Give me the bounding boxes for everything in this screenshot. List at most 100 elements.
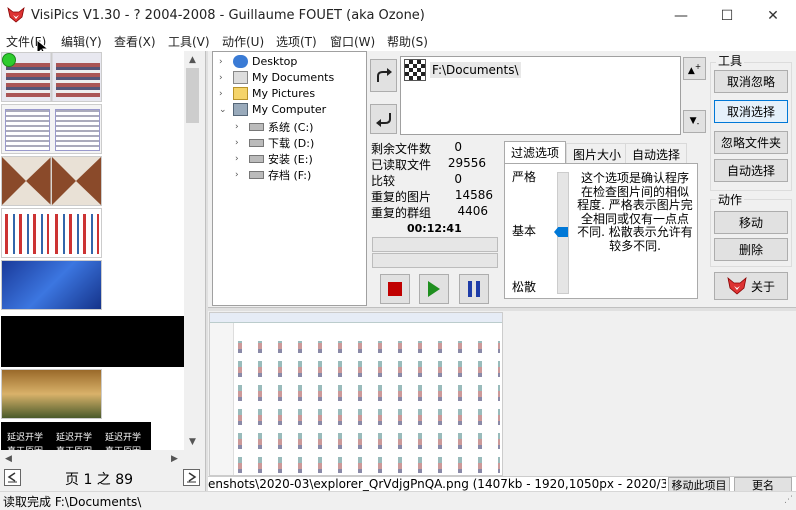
tree-node-label: My Pictures: [252, 87, 316, 100]
down-triangle-icon: ▼-: [689, 115, 700, 128]
unignore-button[interactable]: 取消忽略: [714, 70, 788, 93]
play-button[interactable]: [419, 274, 449, 304]
move-button[interactable]: 移动: [714, 211, 788, 234]
scroll-up-icon[interactable]: ▲: [184, 51, 201, 68]
horizontal-splitter[interactable]: [208, 307, 796, 311]
menu-actions[interactable]: 动作(U): [222, 33, 264, 50]
scroll-down-icon[interactable]: ▼: [184, 433, 201, 450]
thumbnail-group[interactable]: [1, 208, 102, 258]
thumbnail-group[interactable]: [1, 260, 102, 310]
status-bar: 读取完成 F:\Documents\ ⋰: [0, 491, 796, 510]
rename-button[interactable]: 更名: [734, 477, 792, 491]
remove-folder-button[interactable]: [370, 104, 397, 134]
add-folder-button[interactable]: [370, 59, 397, 92]
menu-tools[interactable]: 工具(V): [168, 33, 210, 50]
thumbnail-group[interactable]: [1, 316, 184, 367]
tab-auto-select[interactable]: 自动选择: [625, 143, 688, 163]
progress-bar: [372, 237, 498, 252]
move-item-button[interactable]: 移动此项目: [668, 477, 730, 491]
maximize-icon: ☐: [720, 7, 734, 24]
stat-value: 29556: [447, 156, 486, 170]
menu-help[interactable]: 帮助(S): [387, 33, 428, 50]
stat-label: 已读取文件: [371, 158, 432, 172]
drive-icon: [249, 171, 264, 179]
stop-button[interactable]: [380, 274, 410, 304]
minimize-button[interactable]: —: [658, 0, 704, 31]
pictures-folder-icon: [233, 87, 248, 100]
filter-tab-panel: 严格 基本 松散 这个选项是确认程序在检查图片间的相似程度. 严格表示图片完全相…: [504, 163, 698, 299]
filter-basic-label: 基本: [512, 224, 537, 238]
tree-node-drive-e[interactable]: › 安装 (E:): [235, 151, 313, 167]
close-button[interactable]: ✕: [750, 0, 796, 31]
pager-bar: 页 1 之 89: [0, 467, 206, 491]
tree-node-drive-f[interactable]: › 存档 (F:): [235, 167, 311, 183]
thumbnail-text: 延迟开学: [105, 433, 142, 443]
tree-node-mypictures[interactable]: › My Pictures: [219, 87, 315, 100]
thumbnail-group[interactable]: [1, 104, 102, 154]
tree-node-label: 安装 (E:): [268, 153, 313, 166]
thumbnail-scrollbar[interactable]: ▲ ▼: [184, 51, 201, 450]
tree-node-label: 存档 (F:): [268, 169, 312, 182]
filter-description: 这个选项是确认程序在检查图片间的相似程度. 严格表示图片完全相同或仅有一点点不同…: [577, 171, 693, 253]
menu-window[interactable]: 窗口(W): [330, 33, 375, 50]
prev-page-button[interactable]: [4, 469, 21, 486]
tree-node-label: My Computer: [252, 103, 327, 116]
window-title: VisiPics V1.30 - ? 2004-2008 - Guillaume…: [31, 8, 425, 23]
undo-arrow-icon: [375, 113, 391, 127]
thumbnail-group[interactable]: [1, 52, 102, 102]
ignore-folder-button[interactable]: 忽略文件夹: [714, 131, 788, 154]
about-button[interactable]: 关于: [714, 272, 788, 300]
splitter[interactable]: [205, 51, 208, 491]
folder-entry[interactable]: F:\Documents\: [404, 59, 521, 81]
status-text: 读取完成 F:\Documents\: [3, 495, 142, 509]
thumbnail-group[interactable]: [1, 369, 102, 419]
visipics-window: VisiPics V1.30 - ? 2004-2008 - Guillaume…: [0, 0, 796, 510]
selected-folders-list[interactable]: F:\Documents\: [400, 56, 681, 135]
next-page-icon: [187, 472, 197, 483]
expand-icon[interactable]: ›: [235, 170, 245, 180]
collapse-icon[interactable]: ⌄: [219, 105, 229, 115]
tree-node-drive-c[interactable]: › 系统 (C:): [235, 119, 313, 135]
menu-edit[interactable]: 编辑(Y): [61, 33, 102, 50]
scroll-left-icon[interactable]: ◀: [0, 450, 17, 467]
next-page-button[interactable]: [183, 469, 200, 486]
expand-icon[interactable]: ›: [235, 138, 245, 148]
expand-icon[interactable]: ›: [235, 122, 245, 132]
folder-tree[interactable]: › Desktop › My Documents › My Pictures ⌄ My …: [212, 51, 367, 306]
redo-arrow-icon: [376, 67, 392, 82]
scroll-right-icon[interactable]: ▶: [166, 450, 183, 467]
pause-icon: [468, 281, 480, 297]
tree-node-mycomputer[interactable]: ⌄ My Computer: [219, 103, 326, 116]
move-up-button[interactable]: ▲+: [683, 57, 706, 80]
move-down-button[interactable]: ▼-: [683, 110, 706, 133]
thumbnail-list[interactable]: 延迟开学 真正原因 延迟开学 真正原因 延迟开学 真正原因: [0, 51, 184, 467]
resize-grip-icon[interactable]: ⋰: [784, 495, 793, 505]
tree-node-mydocuments[interactable]: › My Documents: [219, 71, 334, 84]
tree-node-drive-d[interactable]: › 下载 (D:): [235, 135, 314, 151]
pause-button[interactable]: [459, 274, 489, 304]
about-label: 关于: [750, 279, 775, 294]
tab-image-size[interactable]: 图片大小: [566, 143, 627, 163]
menu-bar: 文件(F) 编辑(Y) 查看(X) 工具(V) 动作(U) 选项(T) 窗口(W…: [0, 31, 796, 57]
tools-group-title: 工具: [716, 52, 745, 69]
deselect-button[interactable]: 取消选择: [714, 100, 788, 123]
stat-label: 剩余文件数: [371, 142, 432, 156]
thumbnail-hscrollbar[interactable]: ◀ ▶: [0, 450, 201, 467]
tab-filter-options[interactable]: 过滤选项: [504, 141, 567, 163]
expand-icon[interactable]: ›: [219, 73, 229, 83]
stat-label: 比较: [371, 174, 396, 188]
expand-icon[interactable]: ›: [219, 89, 229, 99]
scroll-thumb[interactable]: [186, 68, 199, 123]
image-preview[interactable]: [209, 312, 503, 476]
maximize-button[interactable]: ☐: [704, 0, 750, 31]
menu-view[interactable]: 查看(X): [114, 33, 156, 50]
tree-node-desktop[interactable]: › Desktop: [219, 55, 297, 68]
expand-icon[interactable]: ›: [219, 57, 229, 67]
thumbnail-group[interactable]: [1, 156, 102, 206]
auto-select-button[interactable]: 自动选择: [714, 159, 788, 182]
menu-options[interactable]: 选项(T): [276, 33, 317, 50]
app-fox-icon: [7, 7, 25, 23]
tree-node-label: 下载 (D:): [268, 137, 315, 150]
delete-button[interactable]: 删除: [714, 238, 788, 261]
expand-icon[interactable]: ›: [235, 154, 245, 164]
